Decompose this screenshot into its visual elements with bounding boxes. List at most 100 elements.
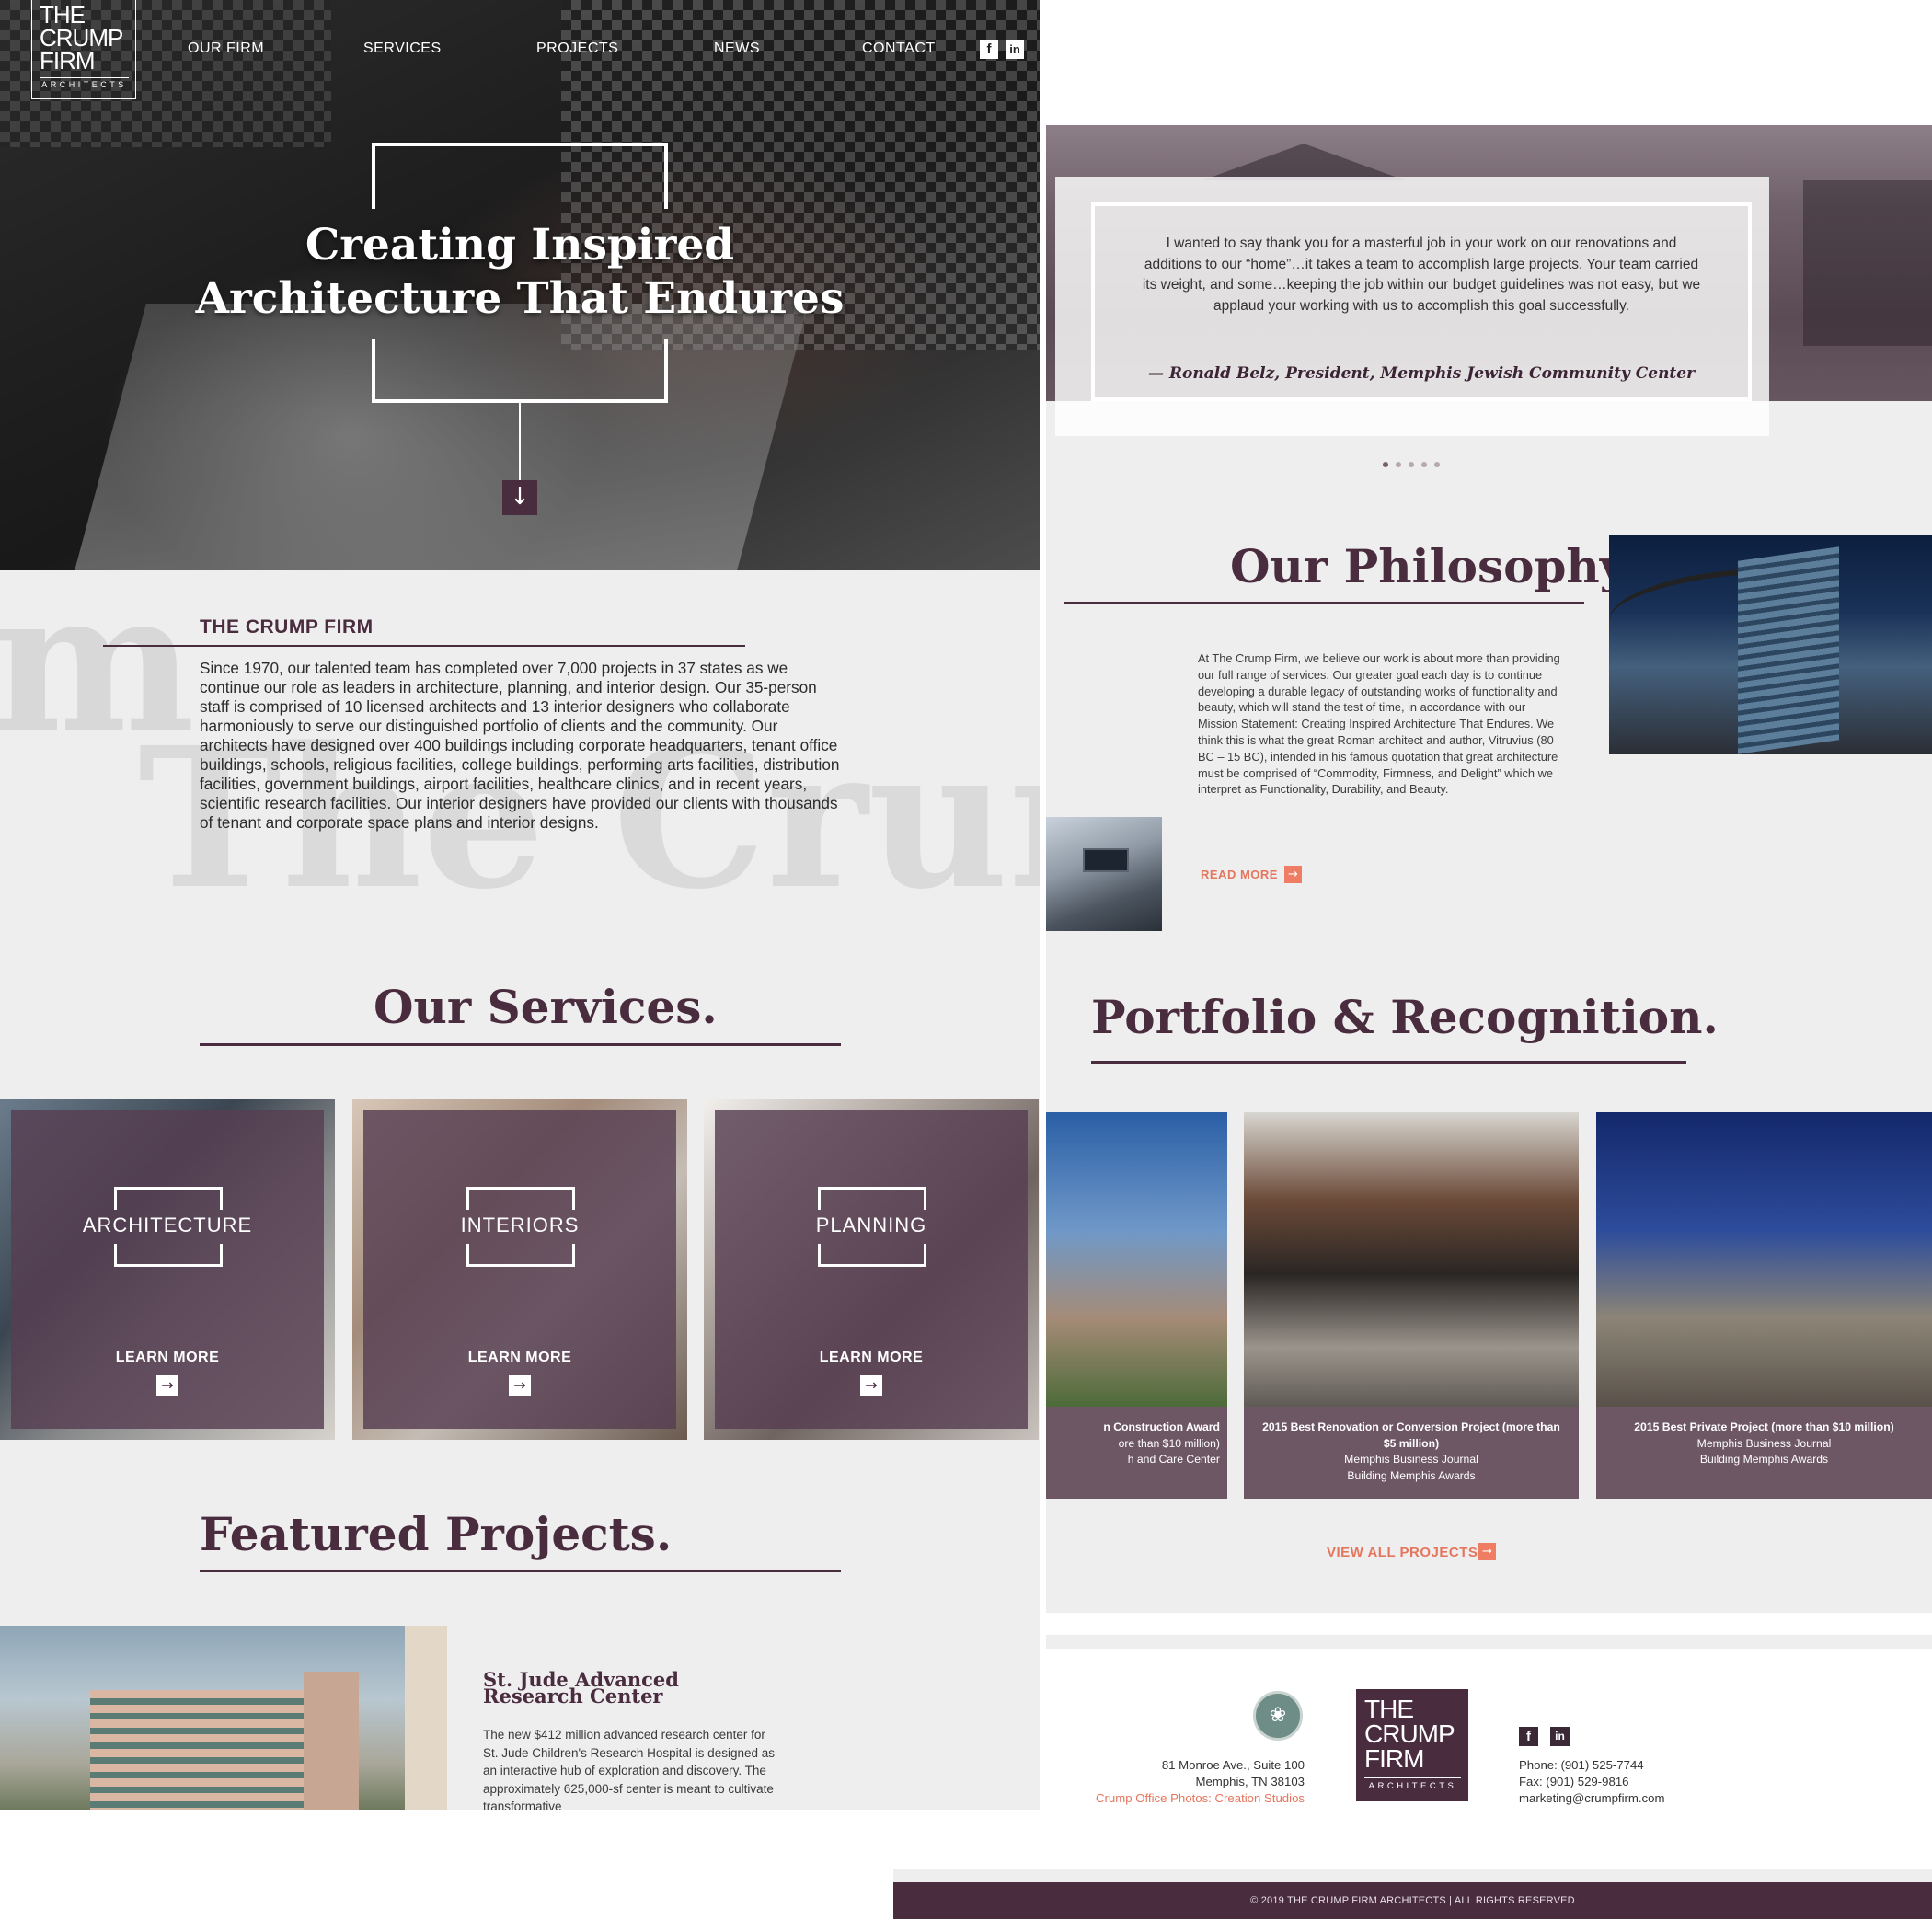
office-monitor xyxy=(1083,848,1129,872)
testimonial-quote: I wanted to say thank you for a masterfu… xyxy=(1142,236,1701,314)
arrow-right-icon[interactable]: → xyxy=(1478,1543,1496,1560)
service-card-interiors[interactable]: INTERIORS LEARN MORE → xyxy=(352,1099,687,1440)
philosophy-title: Our Philosophy. xyxy=(1230,539,1638,593)
building-canopy xyxy=(1202,144,1405,180)
nav-our-firm[interactable]: OUR FIRM xyxy=(188,40,264,57)
usgbc-member-seal-icon: ❀ xyxy=(1253,1691,1303,1741)
award-line: Memphis Business Journal xyxy=(1696,1436,1832,1450)
featured-projects-divider xyxy=(200,1570,841,1572)
award-line: Building Memphis Awards xyxy=(1699,1453,1829,1466)
building-silhouette xyxy=(1803,180,1932,346)
service-label: INTERIORS xyxy=(460,1213,580,1236)
copyright-bar: © 2019 THE CRUMP FIRM ARCHITECTS | ALL R… xyxy=(893,1882,1932,1919)
service-label: PLANNING xyxy=(815,1213,927,1236)
photo-credit-link[interactable]: Crump Office Photos: Creation Studios xyxy=(1096,1791,1305,1805)
arrow-down-icon[interactable]: ↓ xyxy=(502,480,537,515)
learn-more-link[interactable]: LEARN MORE xyxy=(0,1350,335,1366)
award-line: ore than $10 million) xyxy=(1118,1436,1220,1450)
building-rendering-tower xyxy=(304,1672,359,1810)
carousel-dot-3[interactable] xyxy=(1409,462,1414,467)
featured-project-image[interactable] xyxy=(0,1626,447,1810)
philosophy-building-photo xyxy=(1609,535,1932,754)
award-title: 2015 Best Renovation or Conversion Proje… xyxy=(1262,1420,1560,1450)
award-title: n Construction Award xyxy=(1103,1420,1220,1433)
portfolio-divider xyxy=(1091,1061,1686,1064)
testimonial-author: — Ronald Belz, President, Memphis Jewish… xyxy=(1147,364,1696,383)
carousel-dot-5[interactable] xyxy=(1434,462,1440,467)
learn-more-link[interactable]: LEARN MORE xyxy=(704,1350,1039,1366)
view-all-projects-link[interactable]: VIEW ALL PROJECTS xyxy=(1327,1545,1478,1560)
nav-services[interactable]: SERVICES xyxy=(363,40,442,57)
about-heading: THE CRUMP FIRM xyxy=(200,616,374,638)
carousel-dot-4[interactable] xyxy=(1421,462,1427,467)
read-more-link[interactable]: READ MORE xyxy=(1201,868,1278,881)
arrow-right-icon[interactable]: → xyxy=(156,1375,178,1396)
nav-projects[interactable]: PROJECTS xyxy=(536,40,618,57)
logo-word-crump: CRUMP xyxy=(1364,1719,1455,1748)
about-body: Since 1970, our talented team has comple… xyxy=(200,659,840,832)
address-line-2: Memphis, TN 38103 xyxy=(1195,1775,1305,1788)
portfolio-caption: 2015 Best Renovation or Conversion Proje… xyxy=(1244,1407,1579,1499)
address-line-1: 81 Monroe Ave., Suite 100 xyxy=(1161,1758,1305,1772)
footer-fax: Fax: (901) 529-9816 xyxy=(1519,1775,1629,1788)
hero-frame-top xyxy=(372,143,668,209)
facebook-icon[interactable]: f xyxy=(980,40,998,59)
hero-title-line-1: Creating Inspired xyxy=(305,220,735,270)
logo-subtitle: ARCHITECTS xyxy=(1364,1777,1461,1791)
portfolio-caption: 2015 Best Private Project (more than $10… xyxy=(1596,1407,1932,1499)
homepage-right-panel: I wanted to say thank you for a masterfu… xyxy=(1046,125,1932,1613)
services-divider xyxy=(200,1043,841,1046)
service-card-planning[interactable]: PLANNING LEARN MORE → xyxy=(704,1099,1039,1440)
nav-contact[interactable]: CONTACT xyxy=(862,40,936,57)
featured-project-description: The new $412 million advanced research c… xyxy=(483,1728,775,1810)
service-frame-top xyxy=(466,1187,575,1210)
footer-address: 81 Monroe Ave., Suite 100 Memphis, TN 38… xyxy=(1086,1757,1305,1807)
service-card-architecture[interactable]: ARCHITECTURE LEARN MORE → xyxy=(0,1099,335,1440)
award-line: h and Care Center xyxy=(1127,1453,1220,1466)
arrow-right-icon[interactable]: → xyxy=(860,1375,882,1396)
footer-top-band xyxy=(1046,1635,1932,1649)
portfolio-card[interactable]: 2015 Best Private Project (more than $10… xyxy=(1596,1112,1932,1499)
featured-project-title[interactable]: St. Jude Advanced Research Center xyxy=(483,1670,777,1706)
portfolio-title: Portfolio & Recognition. xyxy=(1091,990,1719,1044)
footer-logo[interactable]: THE CRUMP FIRM ARCHITECTS xyxy=(1356,1689,1468,1801)
footer-contact: Phone: (901) 525-7744 Fax: (901) 529-981… xyxy=(1519,1757,1758,1807)
service-frame-top xyxy=(818,1187,926,1210)
carousel-dot-1[interactable] xyxy=(1383,462,1388,467)
photo-tower xyxy=(1738,546,1839,754)
about-divider xyxy=(103,645,745,647)
learn-more-link[interactable]: LEARN MORE xyxy=(352,1350,687,1366)
hero-section: THE CRUMP FIRM ARCHITECTS OUR FIRM SERVI… xyxy=(0,0,1040,570)
service-frame-bottom xyxy=(114,1244,223,1267)
carousel-dot-2[interactable] xyxy=(1396,462,1401,467)
facebook-icon[interactable]: f xyxy=(1519,1727,1538,1746)
building-rendering xyxy=(90,1690,311,1810)
footer-email[interactable]: marketing@crumpfirm.com xyxy=(1519,1790,1758,1807)
nav-news[interactable]: NEWS xyxy=(714,40,760,57)
logo-word-firm: FIRM xyxy=(1364,1744,1424,1773)
arrow-right-icon[interactable]: → xyxy=(1284,866,1302,883)
footer-phone[interactable]: Phone: (901) 525-7744 xyxy=(1519,1757,1758,1774)
testimonial-frame: I wanted to say thank you for a masterfu… xyxy=(1091,202,1752,401)
portfolio-photo xyxy=(1046,1112,1227,1407)
featured-projects-title: Featured Projects. xyxy=(200,1507,673,1561)
building-rendering-wing xyxy=(405,1626,447,1810)
portfolio-caption: n Construction Award ore than $10 millio… xyxy=(1046,1407,1227,1499)
philosophy-body: At The Crump Firm, we believe our work i… xyxy=(1198,651,1560,797)
portfolio-photo xyxy=(1596,1112,1932,1407)
linkedin-icon[interactable]: in xyxy=(1006,40,1024,59)
service-frame-bottom xyxy=(818,1244,926,1267)
main-nav: OUR FIRM SERVICES PROJECTS NEWS CONTACT … xyxy=(0,40,1040,63)
service-frame-bottom xyxy=(466,1244,575,1267)
portfolio-card[interactable]: n Construction Award ore than $10 millio… xyxy=(1046,1112,1227,1499)
logo-word-the: THE xyxy=(1364,1695,1414,1723)
portfolio-card[interactable]: 2015 Best Renovation or Conversion Proje… xyxy=(1244,1112,1579,1499)
linkedin-icon[interactable]: in xyxy=(1550,1727,1570,1746)
services-title: Our Services. xyxy=(374,980,718,1034)
logo-subtitle: ARCHITECTS xyxy=(40,77,129,89)
service-frame-top xyxy=(114,1187,223,1210)
arrow-right-icon[interactable]: → xyxy=(509,1375,531,1396)
hero-frame-bottom xyxy=(372,339,668,403)
portfolio-photo xyxy=(1244,1112,1579,1407)
office-photo xyxy=(1046,817,1162,931)
